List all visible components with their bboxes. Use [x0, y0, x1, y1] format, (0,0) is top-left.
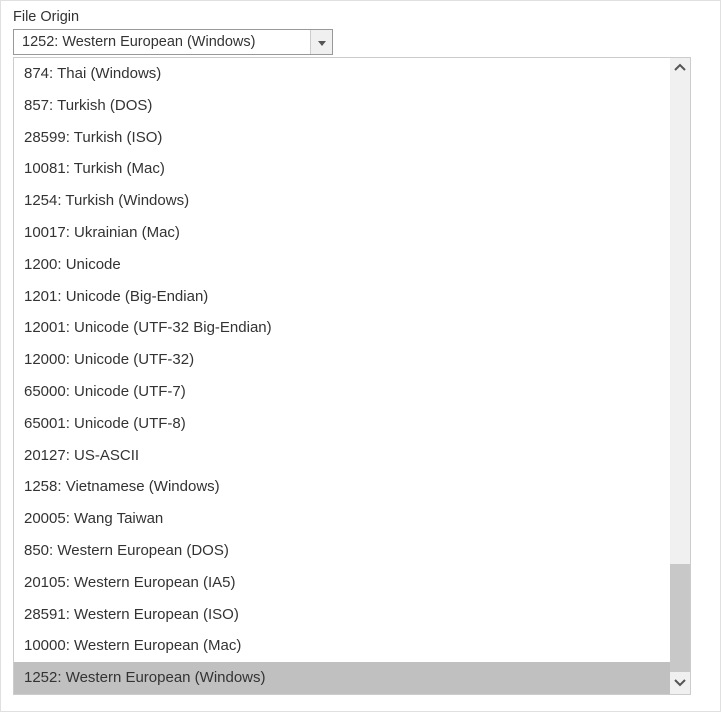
- list-item[interactable]: 1252: Western European (Windows): [14, 662, 670, 694]
- list-item[interactable]: 65000: Unicode (UTF-7): [14, 376, 670, 408]
- file-origin-label: File Origin: [13, 9, 708, 25]
- list-item[interactable]: 1254: Turkish (Windows): [14, 185, 670, 217]
- list-item[interactable]: 12000: Unicode (UTF-32): [14, 344, 670, 376]
- list-item[interactable]: 1201: Unicode (Big-Endian): [14, 281, 670, 313]
- list-item[interactable]: 28591: Western European (ISO): [14, 599, 670, 631]
- list-item[interactable]: 850: Western European (DOS): [14, 535, 670, 567]
- list-item[interactable]: 65001: Unicode (UTF-8): [14, 408, 670, 440]
- list-item[interactable]: 20105: Western European (IA5): [14, 567, 670, 599]
- list-item[interactable]: 1258: Vietnamese (Windows): [14, 471, 670, 503]
- file-origin-combobox[interactable]: 1252: Western European (Windows): [13, 29, 333, 55]
- dropdown-toggle-button[interactable]: [310, 30, 332, 54]
- list-item[interactable]: 10081: Turkish (Mac): [14, 153, 670, 185]
- file-origin-dropdown-list: 874: Thai (Windows)857: Turkish (DOS)285…: [13, 57, 691, 695]
- list-item[interactable]: 857: Turkish (DOS): [14, 90, 670, 122]
- scrollbar: [670, 58, 690, 694]
- scroll-thumb[interactable]: [670, 564, 690, 672]
- dropdown-list-area: 874: Thai (Windows)857: Turkish (DOS)285…: [14, 58, 670, 694]
- list-item[interactable]: 28599: Turkish (ISO): [14, 122, 670, 154]
- chevron-up-icon: [674, 61, 686, 77]
- scroll-up-button[interactable]: [670, 58, 690, 80]
- list-item[interactable]: 10017: Ukrainian (Mac): [14, 217, 670, 249]
- list-item[interactable]: 1200: Unicode: [14, 249, 670, 281]
- scroll-down-button[interactable]: [670, 672, 690, 694]
- list-item[interactable]: 20005: Wang Taiwan: [14, 503, 670, 535]
- list-item[interactable]: 12001: Unicode (UTF-32 Big-Endian): [14, 312, 670, 344]
- caret-down-icon: [318, 34, 326, 50]
- scroll-track[interactable]: [670, 80, 690, 672]
- file-origin-selected-text: 1252: Western European (Windows): [14, 34, 310, 50]
- chevron-down-icon: [674, 675, 686, 691]
- list-item[interactable]: 20127: US-ASCII: [14, 440, 670, 472]
- list-item[interactable]: 10000: Western European (Mac): [14, 630, 670, 662]
- dialog-panel: File Origin 1252: Western European (Wind…: [0, 0, 721, 712]
- list-item[interactable]: 874: Thai (Windows): [14, 58, 670, 90]
